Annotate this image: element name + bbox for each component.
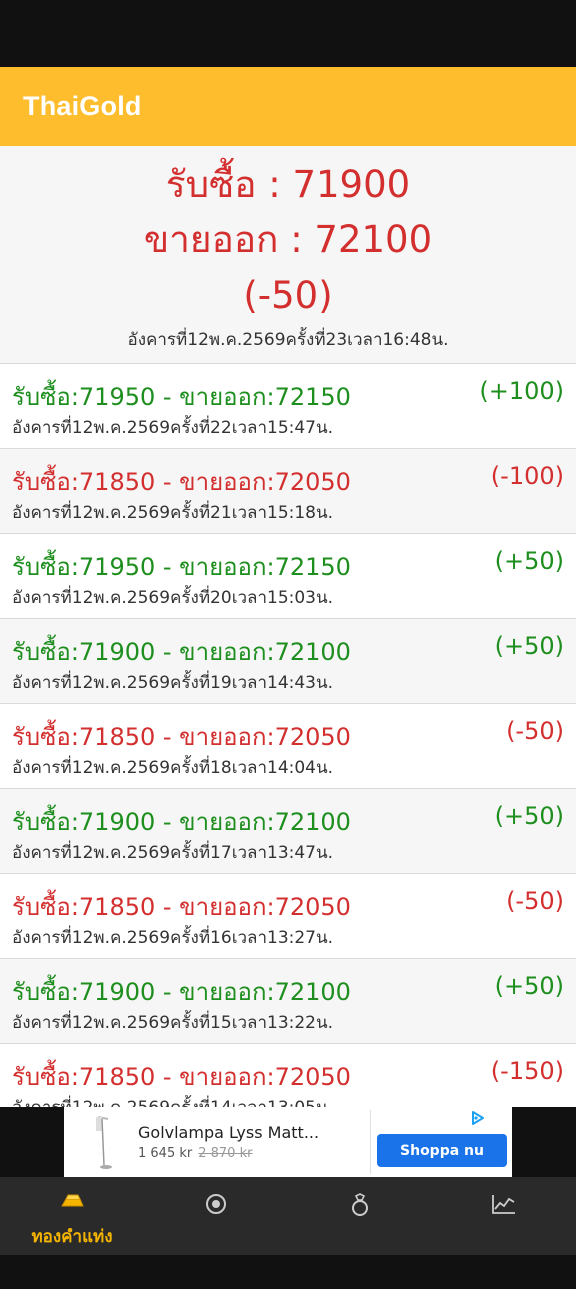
history-row[interactable]: รับซื้อ:71900 - ขายออก:72100 (+50) อังคา…	[0, 789, 576, 874]
history-row[interactable]: รับซื้อ:71850 - ขายออก:72050 (-150) อังค…	[0, 1044, 576, 1107]
nav-tab-gold-bar[interactable]: ทองคำแท่ง	[0, 1177, 144, 1255]
latest-timestamp: อังคารที่12พ.ค.2569ครั้งที่23เวลา16:48น.	[127, 330, 449, 350]
history-change: (-50)	[506, 887, 564, 915]
ad-current-price: 1 645 kr	[138, 1146, 193, 1161]
history-row[interactable]: รับซื้อ:71950 - ขายออก:72150 (+100) อังค…	[0, 364, 576, 449]
system-navigation-bar	[0, 1255, 576, 1289]
history-price: รับซื้อ:71900 - ขายออก:72100	[12, 638, 351, 666]
history-change: (+50)	[494, 547, 564, 575]
history-row[interactable]: รับซื้อ:71850 - ขายออก:72050 (-100) อังค…	[0, 449, 576, 534]
history-change: (-150)	[490, 1057, 564, 1085]
gold-bar-icon	[61, 1194, 84, 1207]
history-time: อังคารที่12พ.ค.2569ครั้งที่17เวลา13:47น.	[12, 843, 334, 863]
nav-tab-3[interactable]	[288, 1177, 432, 1255]
history-time: อังคารที่12พ.ค.2569ครั้งที่14เวลา13:05น.	[12, 1094, 333, 1107]
latest-sell-price: ขายออก : 72100	[143, 218, 433, 261]
history-row[interactable]: รับซื้อ:71900 - ขายออก:72100 (+50) อังคา…	[0, 619, 576, 704]
nav-tab-label: ทองคำแท่ง	[31, 1227, 113, 1247]
ad-card[interactable]: Golvlampa Lyss Matt... 1 645 kr 2 870 kr …	[64, 1107, 512, 1177]
history-change: (+50)	[494, 972, 564, 1000]
history-price: รับซื้อ:71900 - ขายออก:72100	[12, 808, 351, 836]
history-time: อังคารที่12พ.ค.2569ครั้งที่21เวลา15:18น.	[12, 503, 334, 523]
radio-target-icon	[206, 1194, 226, 1214]
shop-now-button[interactable]: Shoppa nu	[377, 1134, 507, 1167]
ad-title[interactable]: Golvlampa Lyss Matt...	[138, 1123, 319, 1142]
app-title: ThaiGold	[23, 91, 142, 121]
ad-price: 1 645 kr 2 870 kr	[138, 1146, 252, 1161]
history-price: รับซื้อ:71850 - ขายออก:72050	[12, 468, 351, 496]
history-time: อังคารที่12พ.ค.2569ครั้งที่22เวลา15:47น.	[12, 418, 334, 438]
nav-tab-2[interactable]	[144, 1177, 288, 1255]
history-time: อังคารที่12พ.ค.2569ครั้งที่15เวลา13:22น.	[12, 1013, 334, 1033]
history-change: (+100)	[479, 377, 564, 405]
history-time: อังคารที่12พ.ค.2569ครั้งที่19เวลา14:43น.	[12, 673, 334, 693]
main-content[interactable]: รับซื้อ : 71900 ขายออก : 72100 (-50) อัง…	[0, 146, 576, 1107]
ad-divider	[370, 1110, 371, 1174]
latest-price-change: (-50)	[243, 274, 333, 317]
history-change: (+50)	[494, 802, 564, 830]
history-row[interactable]: รับซื้อ:71850 - ขายออก:72050 (-50) อังคา…	[0, 874, 576, 959]
app-bar: ThaiGold	[0, 67, 576, 146]
history-row[interactable]: รับซื้อ:71900 - ขายออก:72100 (+50) อังคา…	[0, 959, 576, 1044]
nav-tab-4[interactable]	[432, 1177, 576, 1255]
history-price: รับซื้อ:71950 - ขายออก:72150	[12, 383, 351, 411]
ring-icon	[352, 1193, 368, 1216]
floor-lamp-image[interactable]	[72, 1113, 132, 1171]
history-price: รับซื้อ:71950 - ขายออก:72150	[12, 553, 351, 581]
history-row[interactable]: รับซื้อ:71850 - ขายออก:72050 (-50) อังคา…	[0, 704, 576, 789]
ad-old-price: 2 870 kr	[198, 1146, 253, 1161]
chart-line-icon	[492, 1195, 515, 1214]
history-price: รับซื้อ:71900 - ขายออก:72100	[12, 978, 351, 1006]
history-time: อังคารที่12พ.ค.2569ครั้งที่16เวลา13:27น.	[12, 928, 334, 948]
status-bar	[0, 0, 576, 67]
history-change: (-100)	[490, 462, 564, 490]
history-time: อังคารที่12พ.ค.2569ครั้งที่18เวลา14:04น.	[12, 758, 334, 778]
history-price: รับซื้อ:71850 - ขายออก:72050	[12, 893, 351, 921]
history-change: (-50)	[506, 717, 564, 745]
bottom-navigation: ทองคำแท่ง	[0, 1177, 576, 1255]
history-price: รับซื้อ:71850 - ขายออก:72050	[12, 723, 351, 751]
history-row[interactable]: รับซื้อ:71950 - ขายออก:72150 (+50) อังคา…	[0, 534, 576, 619]
latest-price-summary: รับซื้อ : 71900 ขายออก : 72100 (-50) อัง…	[0, 146, 576, 364]
history-change: (+50)	[494, 632, 564, 660]
ad-banner: Golvlampa Lyss Matt... 1 645 kr 2 870 kr …	[0, 1107, 576, 1177]
history-time: อังคารที่12พ.ค.2569ครั้งที่20เวลา15:03น.	[12, 588, 334, 608]
ad-choices-icon[interactable]	[470, 1110, 486, 1126]
history-price: รับซื้อ:71850 - ขายออก:72050	[12, 1063, 351, 1091]
latest-buy-price: รับซื้อ : 71900	[165, 163, 411, 206]
